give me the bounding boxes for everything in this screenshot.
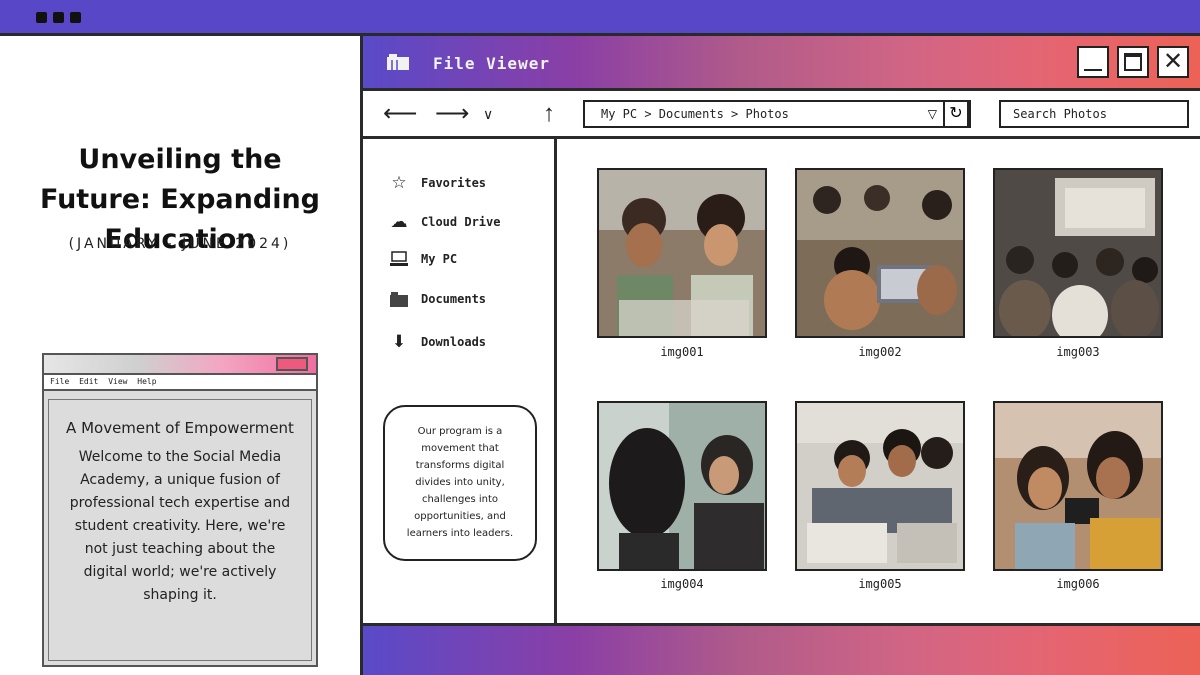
file-viewer-title-bar: File Viewer ✕ <box>363 36 1200 91</box>
sidebar-item-label: Favorites <box>421 176 487 190</box>
sidebar-item-cloud-drive[interactable]: ☁ Cloud Drive <box>389 212 501 232</box>
cloud-icon: ☁ <box>390 212 408 231</box>
menu-edit[interactable]: Edit <box>79 377 98 386</box>
file-viewer-footer <box>363 623 1200 675</box>
dot-icon <box>70 12 81 23</box>
download-icon: ⬇ <box>391 332 407 351</box>
star-icon: ☆ <box>391 173 407 192</box>
mini-heading: A Movement of Empowerment <box>66 419 294 437</box>
navigation-bar: ⟵ ⟶ ∨ ↑ My PC > Documents > Photos ▽ ↻ S… <box>363 91 1200 139</box>
photo-thumbnail[interactable] <box>993 401 1163 571</box>
sidebar-item-label: My PC <box>421 252 458 266</box>
history-chevron-icon[interactable]: ∨ <box>483 99 493 129</box>
address-bar[interactable]: My PC > Documents > Photos ▽ ↻ <box>583 100 971 128</box>
slide-date: (JANUARY - JUNE 2024) <box>68 236 292 252</box>
photo-thumbnail[interactable] <box>795 168 965 338</box>
address-dropdown-icon[interactable]: ▽ <box>928 102 937 126</box>
photo-thumbnail[interactable] <box>993 168 1163 338</box>
mini-body: Welcome to the Social Media Academy, a u… <box>69 449 291 603</box>
forward-arrow-icon[interactable]: ⟶ <box>435 99 469 129</box>
photo-image <box>995 403 1161 569</box>
photo-caption: img004 <box>660 577 704 591</box>
top-bar <box>0 0 1200 36</box>
photo-image <box>599 170 765 336</box>
dot-icon <box>53 12 64 23</box>
maximize-icon <box>1124 53 1142 71</box>
mini-menu-bar: File Edit View Help <box>44 375 316 391</box>
mini-close-button[interactable] <box>276 357 308 371</box>
menu-help[interactable]: Help <box>137 377 156 386</box>
sidebar-item-downloads[interactable]: ⬇ Downloads <box>389 332 486 352</box>
file-viewer-window: File Viewer ✕ ⟵ ⟶ ∨ ↑ My PC > Documents … <box>360 36 1200 675</box>
minimize-button[interactable] <box>1077 46 1109 78</box>
photo-image <box>599 403 765 569</box>
sidebar-item-label: Cloud Drive <box>421 215 501 229</box>
search-input[interactable]: Search Photos <box>999 100 1189 128</box>
sidebar: ☆ Favorites ☁ Cloud Drive My PC Document… <box>363 139 557 623</box>
back-arrow-icon[interactable]: ⟵ <box>383 99 417 129</box>
sidebar-item-my-pc[interactable]: My PC <box>389 249 457 269</box>
photo-image <box>797 170 963 336</box>
photo-thumbnail[interactable] <box>597 168 767 338</box>
photo-thumbnail[interactable] <box>795 401 965 571</box>
menu-view[interactable]: View <box>108 377 127 386</box>
computer-icon <box>389 249 409 269</box>
window-title: File Viewer <box>433 54 550 73</box>
folder-icon <box>389 289 409 309</box>
refresh-icon[interactable]: ↻ <box>943 100 969 128</box>
close-icon: ✕ <box>1162 48 1184 75</box>
photo-caption: img006 <box>1056 577 1100 591</box>
photo-thumbnail[interactable] <box>597 401 767 571</box>
photo-caption: img003 <box>1056 345 1100 359</box>
minimize-icon <box>1084 69 1102 71</box>
sidebar-item-label: Documents <box>421 292 487 306</box>
mini-content: A Movement of Empowerment Welcome to the… <box>48 399 312 661</box>
window-dots <box>36 12 81 23</box>
mini-window: File Edit View Help A Movement of Empowe… <box>42 353 318 667</box>
photo-image <box>797 403 963 569</box>
menu-file[interactable]: File <box>50 377 69 386</box>
folder-app-icon <box>387 54 409 70</box>
sidebar-item-favorites[interactable]: ☆ Favorites <box>389 173 486 193</box>
photo-caption: img001 <box>660 345 704 359</box>
photo-image <box>995 170 1161 336</box>
mini-title-bar <box>44 355 316 375</box>
maximize-button[interactable] <box>1117 46 1149 78</box>
address-path: My PC > Documents > Photos <box>601 107 789 121</box>
photo-caption: img002 <box>858 345 902 359</box>
up-arrow-icon[interactable]: ↑ <box>543 99 555 129</box>
sidebar-item-label: Downloads <box>421 335 487 349</box>
close-button[interactable]: ✕ <box>1157 46 1189 78</box>
quote-card: Our program is a movement that transform… <box>383 405 537 561</box>
sidebar-item-documents[interactable]: Documents <box>389 289 486 309</box>
dot-icon <box>36 12 47 23</box>
photo-grid: img001 img002 img003 img004 img005 img00… <box>560 139 1200 623</box>
photo-caption: img005 <box>858 577 902 591</box>
